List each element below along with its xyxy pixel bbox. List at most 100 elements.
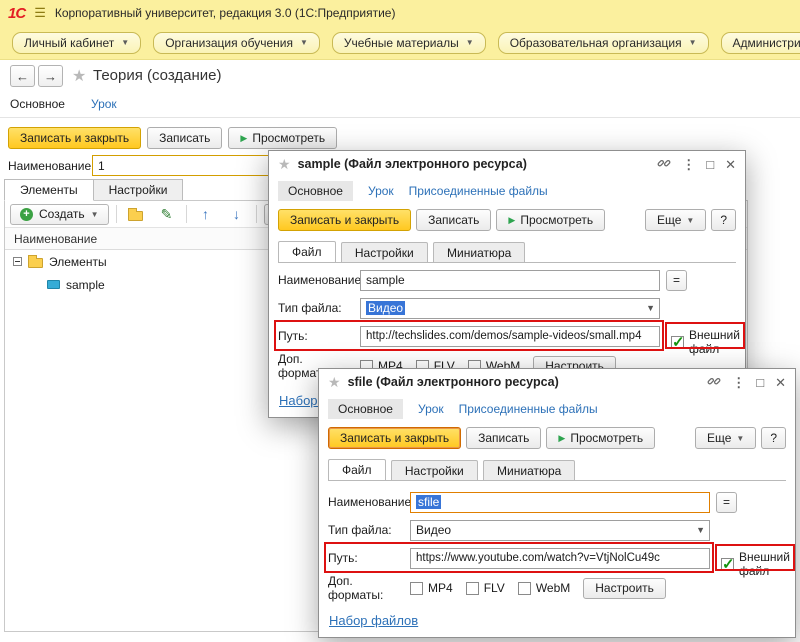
file-set-link[interactable]: Набор файлов <box>329 613 418 628</box>
checkbox-checked-icon[interactable] <box>671 333 685 351</box>
pencil-icon: ✎ <box>160 206 173 222</box>
file-tabs: Файл Настройки Миниатюра <box>328 459 786 481</box>
checkbox-label: WebM <box>535 581 571 595</box>
equals-button[interactable]: = <box>666 269 687 291</box>
path-input[interactable]: http://techslides.com/demos/sample-video… <box>360 325 660 347</box>
titlebar: 1С ☰ Корпоративный университет, редакция… <box>0 0 800 26</box>
checkbox-icon[interactable] <box>517 581 531 595</box>
save-button[interactable]: Записать <box>147 127 223 149</box>
format-flv-checkbox[interactable]: FLV <box>465 581 505 595</box>
path-input[interactable]: https://www.youtube.com/watch?v=VtjNolCu… <box>410 547 710 569</box>
preview-button[interactable]: ▶ Просмотреть <box>496 209 606 231</box>
tab-attached-files[interactable]: Присоединенные файлы <box>459 402 598 416</box>
file-type-label: Тип файла: <box>278 301 342 315</box>
checkbox-label: MP4 <box>428 581 453 595</box>
maximize-icon[interactable]: □ <box>756 376 764 389</box>
edit-button[interactable]: ✎ <box>155 204 179 225</box>
button-label: Записать <box>428 213 480 227</box>
tab-main[interactable]: Основное <box>278 181 353 201</box>
external-file-checkbox[interactable]: Внешний файл <box>671 328 745 356</box>
more-menu-icon[interactable]: ⋮ <box>732 376 745 389</box>
equals-button[interactable]: = <box>716 491 737 513</box>
save-close-button[interactable]: Записать и закрыть <box>278 209 412 231</box>
video-file-icon <box>47 280 60 289</box>
tab-file-settings[interactable]: Настройки <box>390 460 478 481</box>
get-link-icon[interactable] <box>657 156 671 172</box>
tab-main[interactable]: Основное <box>328 399 403 419</box>
move-down-button[interactable]: ↓ <box>225 204 249 225</box>
tab-thumbnail[interactable]: Миниатюра <box>483 460 576 481</box>
menu-administration[interactable]: Администрирование ▼ <box>720 31 800 54</box>
button-label: Просмотреть <box>252 131 326 145</box>
chevron-down-icon: ▼ <box>465 38 474 47</box>
configure-button[interactable]: Настроить <box>583 577 666 599</box>
button-label: Записать <box>159 131 211 145</box>
name-input[interactable]: sfile <box>410 491 710 513</box>
menu-label: Организация обучения <box>165 35 293 50</box>
close-icon[interactable]: ✕ <box>725 158 736 171</box>
checkbox-checked-icon[interactable] <box>721 555 735 573</box>
forward-button[interactable]: → <box>38 65 63 87</box>
create-button[interactable]: Создать ▼ <box>10 203 109 225</box>
preview-button[interactable]: ▶ Просмотреть <box>228 127 338 149</box>
favorite-star-icon[interactable]: ★ <box>278 156 291 173</box>
tab-lesson[interactable]: Урок <box>368 184 394 198</box>
tab-thumbnail[interactable]: Миниатюра <box>433 242 526 263</box>
checkbox-icon[interactable] <box>465 581 479 595</box>
menu-study-materials[interactable]: Учебные материалы ▼ <box>331 31 486 54</box>
tab-file[interactable]: Файл <box>278 241 336 263</box>
tab-file[interactable]: Файл <box>328 459 386 481</box>
more-button[interactable]: Еще ▼ <box>694 427 757 449</box>
button-label: Еще <box>706 431 732 445</box>
help-button[interactable]: ? <box>761 427 786 449</box>
chevron-down-icon[interactable]: ▼ <box>696 525 705 535</box>
help-button[interactable]: ? <box>711 209 736 231</box>
save-button[interactable]: Записать <box>416 209 492 231</box>
move-up-button[interactable]: ↑ <box>194 204 218 225</box>
file-type-select[interactable]: Видео ▼ <box>360 297 660 319</box>
main-menu-icon[interactable]: ☰ <box>34 5 46 21</box>
external-file-checkbox[interactable]: Внешний файл <box>721 550 795 578</box>
checkbox-label: FLV <box>483 581 505 595</box>
tab-main[interactable]: Основное <box>10 97 65 111</box>
window-controls: ⋮ □ ✕ <box>657 156 736 172</box>
tab-lesson[interactable]: Урок <box>91 97 117 111</box>
tab-settings[interactable]: Настройки <box>92 179 184 201</box>
menu-educational-organization[interactable]: Образовательная организация ▼ <box>497 31 709 54</box>
close-icon[interactable]: ✕ <box>775 376 786 389</box>
file-type-select[interactable]: Видео ▼ <box>410 519 710 541</box>
preview-button[interactable]: ▶ Просмотреть <box>546 427 656 449</box>
menu-label: Администрирование <box>732 35 800 50</box>
tab-attached-files[interactable]: Присоединенные файлы <box>409 184 548 198</box>
format-webm-checkbox[interactable]: WebM <box>517 581 571 595</box>
back-button[interactable]: ← <box>10 65 35 87</box>
menu-training-organization[interactable]: Организация обучения ▼ <box>153 31 320 54</box>
more-menu-icon[interactable]: ⋮ <box>682 158 695 171</box>
chevron-down-icon[interactable]: ▼ <box>646 303 655 313</box>
collapse-icon[interactable] <box>13 257 22 266</box>
tab-lesson[interactable]: Урок <box>418 402 444 416</box>
tab-elements[interactable]: Элементы <box>4 179 94 201</box>
path-value: https://www.youtube.com/watch?v=VtjNolCu… <box>416 552 660 564</box>
menu-personal-cabinet[interactable]: Личный кабинет ▼ <box>12 31 142 54</box>
favorite-star-icon[interactable]: ★ <box>72 66 86 86</box>
dialog-command-bar: Записать и закрыть Записать ▶ Просмотрет… <box>278 209 736 231</box>
dialog-nav-tabs: Основное Урок Присоединенные файлы <box>328 399 598 419</box>
maximize-icon[interactable]: □ <box>706 158 714 171</box>
name-input[interactable]: sample <box>360 269 660 291</box>
get-link-icon[interactable] <box>707 374 721 390</box>
button-label: Записать и закрыть <box>340 431 450 445</box>
tab-file-settings[interactable]: Настройки <box>340 242 428 263</box>
favorite-star-icon[interactable]: ★ <box>328 374 341 391</box>
save-close-button[interactable]: Записать и закрыть <box>328 427 462 449</box>
format-mp4-checkbox[interactable]: MP4 <box>410 581 453 595</box>
dialog-sfile: ★ sfile (Файл электронного ресурса) ⋮ □ … <box>318 368 796 638</box>
save-close-button[interactable]: Записать и закрыть <box>8 127 142 149</box>
file-type-label: Тип файла: <box>328 523 392 537</box>
name-value: sfile <box>416 495 442 509</box>
more-button[interactable]: Еще ▼ <box>644 209 707 231</box>
save-button[interactable]: Записать <box>466 427 542 449</box>
create-group-button[interactable] <box>124 204 148 225</box>
checkbox-icon[interactable] <box>410 581 423 595</box>
chevron-down-icon: ▼ <box>299 38 308 47</box>
